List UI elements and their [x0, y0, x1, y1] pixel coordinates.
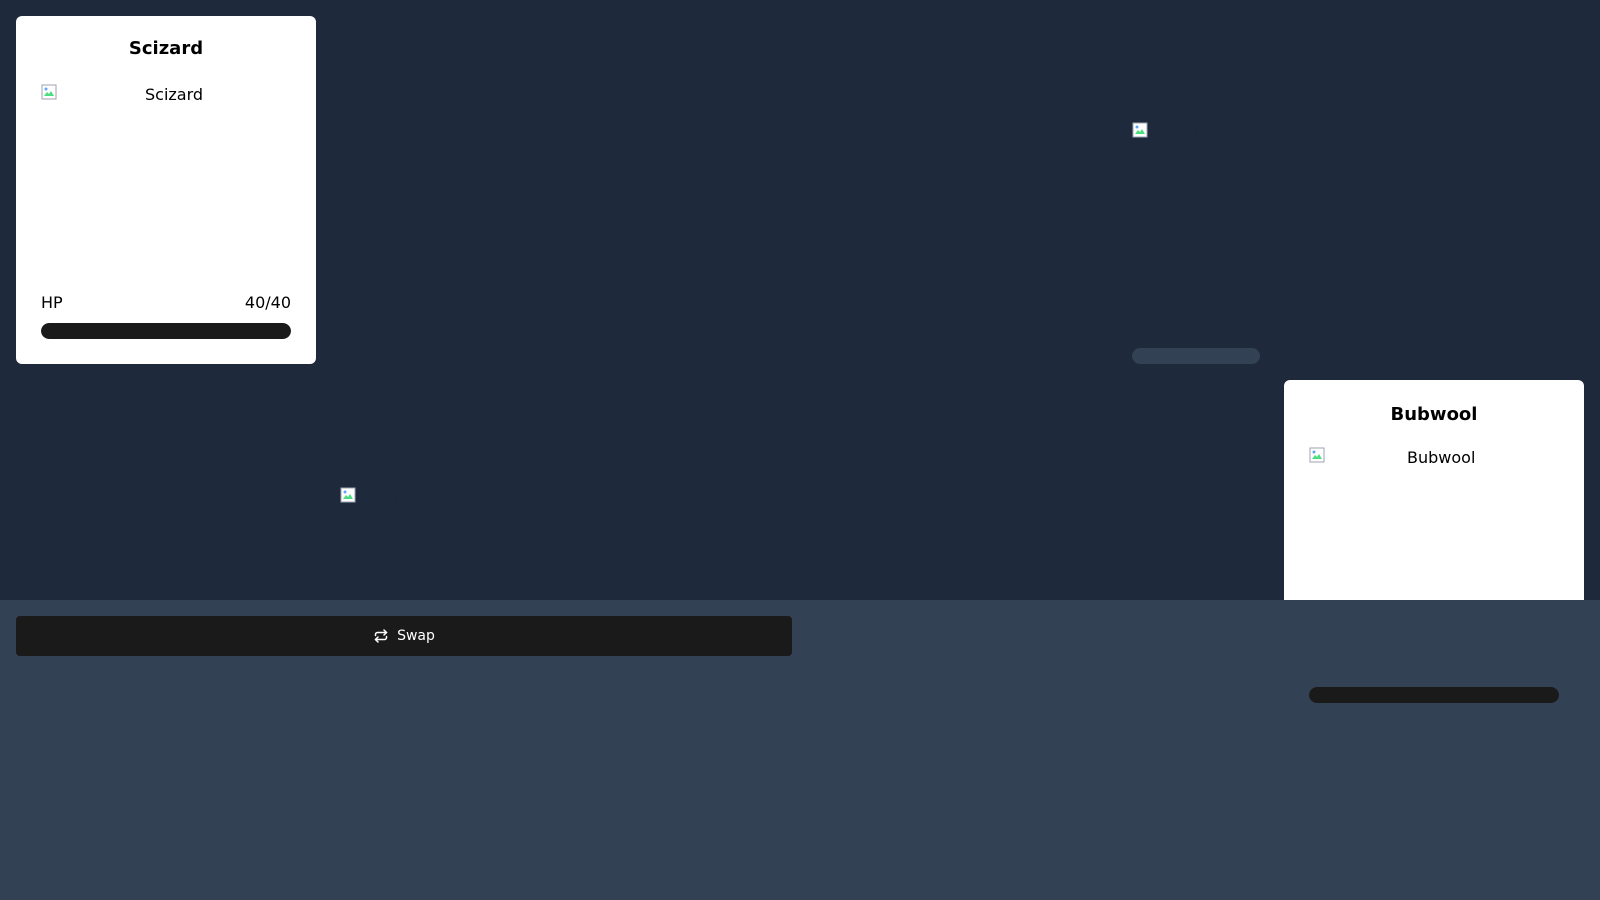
player-pokemon-sprite: Bubwool	[340, 487, 468, 597]
broken-image-icon	[340, 487, 356, 503]
enemy-pokemon-sprite-alt: Scizard	[1175, 123, 1234, 142]
enemy-pokemon-card: Bubwool Bubwool	[1284, 380, 1584, 600]
player-pokemon-sprite-alt: Bubwool	[378, 488, 447, 507]
enemy-pokemon-name: Bubwool	[1390, 404, 1478, 425]
player-pokemon-card: Scizard Scizard HP 40/40	[16, 16, 316, 364]
player-hp-bar-fill	[41, 323, 291, 339]
player-pokemon-name: Scizard	[128, 38, 204, 59]
broken-image-icon	[41, 84, 57, 100]
enemy-hp-bar	[1309, 687, 1559, 703]
enemy-pokemon-image: Bubwool	[1309, 447, 1559, 597]
broken-image-icon	[1309, 447, 1325, 463]
enemy-pokemon-sprite: Scizard	[1132, 122, 1260, 322]
player-pokemon-image-alt: Scizard	[145, 85, 204, 104]
swap-button-label: Swap	[397, 628, 435, 644]
enemy-sprite-hp-bar	[1132, 348, 1260, 364]
enemy-hp-bar-fill	[1309, 687, 1559, 703]
enemy-pokemon-image-alt: Bubwool	[1407, 448, 1476, 467]
player-hp-label: HP	[41, 293, 63, 312]
player-hp-bar	[41, 323, 291, 339]
swap-button[interactable]: Swap	[16, 616, 792, 656]
player-pokemon-image: Scizard	[41, 84, 291, 274]
broken-image-icon	[1132, 122, 1148, 138]
swap-arrows-icon	[374, 629, 388, 643]
player-hp-value: 40/40	[244, 293, 291, 312]
